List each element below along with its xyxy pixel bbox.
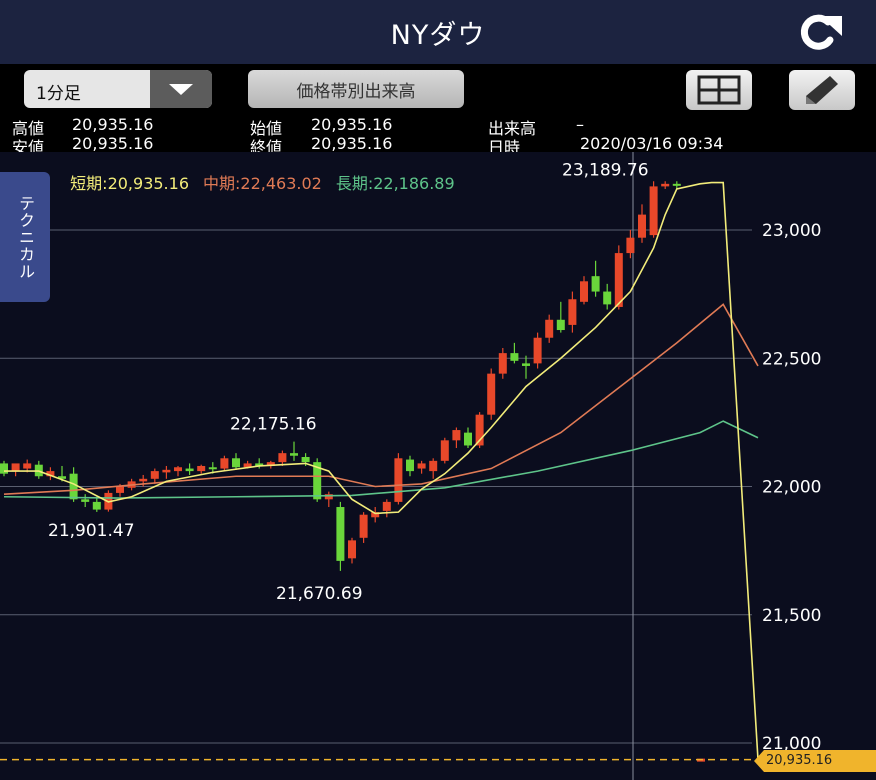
candle-body bbox=[626, 237, 635, 254]
open-value: 20,935.16 bbox=[311, 115, 393, 134]
candle-body bbox=[614, 253, 623, 307]
candle-body bbox=[69, 473, 78, 500]
candle-body bbox=[533, 337, 542, 364]
candle-body bbox=[417, 463, 426, 469]
candle-body bbox=[498, 353, 507, 374]
candle-body bbox=[568, 299, 577, 325]
candle-body bbox=[197, 465, 206, 472]
candle-body bbox=[174, 467, 182, 472]
grid-layout-icon[interactable] bbox=[686, 70, 752, 110]
candle-body bbox=[382, 501, 391, 511]
candle-body bbox=[649, 186, 658, 236]
candle-body bbox=[672, 183, 681, 186]
app-header: NYダウ bbox=[0, 0, 876, 64]
candle-body bbox=[591, 276, 600, 292]
candle-body bbox=[92, 501, 101, 510]
y-tick-label: 21,500 bbox=[762, 606, 821, 626]
candle-body bbox=[348, 540, 356, 559]
candle-body bbox=[23, 463, 32, 469]
chart-background bbox=[0, 152, 876, 780]
technical-tab-label: テクニカル bbox=[16, 194, 35, 280]
candle-body bbox=[139, 478, 148, 482]
candle-body bbox=[150, 471, 159, 479]
volume-value: – bbox=[576, 115, 584, 134]
ohlc-info-panel: 高値 20,935.16 始値 20,935.16 出来高 – 安値 20,93… bbox=[0, 114, 876, 157]
candle-body bbox=[278, 453, 287, 463]
candle-body bbox=[487, 373, 496, 415]
candle-body bbox=[429, 460, 438, 472]
period-dropdown[interactable]: 1分足 bbox=[24, 70, 212, 108]
candle-body bbox=[406, 459, 414, 472]
candle-body bbox=[522, 363, 530, 366]
chart-toolbar: 1分足 価格帯別出来高 bbox=[0, 64, 876, 114]
price-annotation: 23,189.76 bbox=[562, 160, 649, 180]
candle-body bbox=[208, 467, 217, 470]
mid-ma-legend: 中期:22,463.02 bbox=[203, 174, 322, 193]
candle-body bbox=[510, 353, 519, 361]
last-price-label: 20,935.16 bbox=[766, 753, 833, 768]
candle-body bbox=[116, 486, 124, 493]
candle-body bbox=[359, 514, 368, 538]
candle-body bbox=[290, 453, 298, 456]
candle-body bbox=[638, 214, 646, 238]
candle-body bbox=[185, 468, 194, 472]
chevron-down-icon bbox=[150, 70, 212, 108]
candle-body bbox=[661, 183, 670, 187]
candle-body bbox=[556, 319, 565, 331]
candle-body bbox=[11, 463, 20, 472]
candle-body bbox=[394, 458, 403, 502]
refresh-icon[interactable] bbox=[784, 12, 850, 52]
last-price-tag: 20,935.16 bbox=[754, 750, 876, 772]
ma-legend: 短期:20,935.16 中期:22,463.02 長期:22,186.89 bbox=[60, 151, 469, 194]
info-row-1: 高値 20,935.16 始値 20,935.16 出来高 – bbox=[0, 115, 876, 138]
price-chart[interactable]: 23,000 22,500 22,000 21,500 21,000 23,189.76 2… bbox=[0, 152, 876, 780]
high-value: 20,935.16 bbox=[72, 115, 154, 134]
technical-tab[interactable]: テクニカル bbox=[0, 172, 50, 302]
page-title: NYダウ bbox=[390, 19, 486, 51]
candle-body bbox=[440, 440, 449, 461]
candle-body bbox=[452, 430, 461, 441]
short-ma-legend: 短期:20,935.16 bbox=[70, 174, 189, 193]
y-tick-label: 22,000 bbox=[762, 478, 821, 498]
candle-body bbox=[0, 463, 8, 474]
candle-body bbox=[301, 457, 310, 463]
long-ma-legend: 長期:22,186.89 bbox=[335, 174, 455, 193]
candle-body bbox=[603, 291, 612, 305]
y-tick-label: 22,500 bbox=[762, 349, 821, 369]
period-label: 1分足 bbox=[36, 84, 81, 104]
pencil-icon[interactable] bbox=[789, 70, 855, 110]
candle-body bbox=[162, 469, 171, 473]
price-annotation: 21,901.47 bbox=[48, 521, 135, 541]
date-value: 2020/03/16 09:34 bbox=[580, 134, 724, 153]
candle-body bbox=[464, 432, 472, 446]
candle-body bbox=[580, 281, 588, 302]
candle-body bbox=[220, 458, 229, 469]
candle-body bbox=[81, 499, 90, 502]
candlestick-chart-svg: 23,00022,50022,00021,50021,00023,189.762… bbox=[0, 152, 876, 780]
price-annotation: 21,670.69 bbox=[276, 584, 363, 604]
price-annotation: 22,175.16 bbox=[230, 415, 317, 435]
candle-body bbox=[545, 319, 554, 338]
candle-body bbox=[232, 458, 240, 468]
volume-by-price-button[interactable]: 価格帯別出来高 bbox=[248, 70, 464, 108]
y-tick-label: 23,000 bbox=[762, 221, 821, 241]
candle-body bbox=[336, 507, 345, 561]
